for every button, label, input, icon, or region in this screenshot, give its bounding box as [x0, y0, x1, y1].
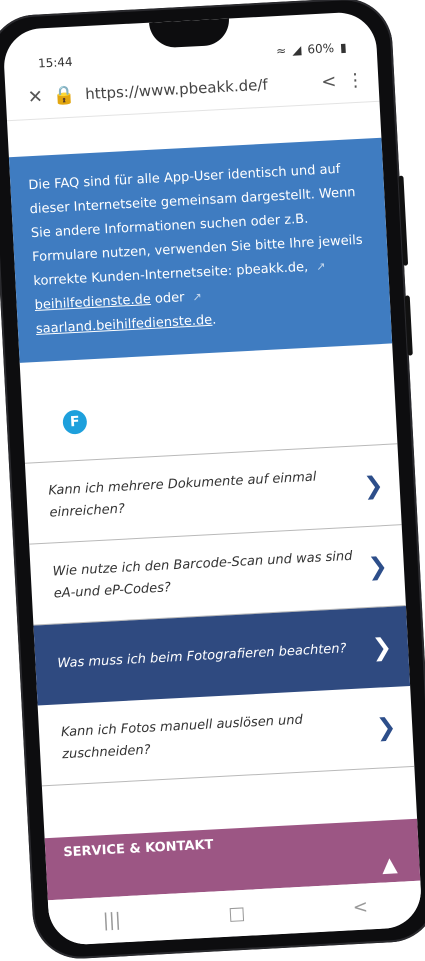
faq-section-header: F: [20, 343, 398, 462]
recent-apps-icon[interactable]: |||: [102, 909, 121, 931]
volume-button: [398, 175, 409, 266]
more-menu-icon[interactable]: ⋮: [346, 69, 365, 91]
phone-frame: 15:44 ≈ ◢ 60% ▮ ✕ 🔒 https://www.pbeakk.d…: [0, 0, 425, 961]
chevron-right-icon: ❯: [367, 551, 389, 581]
external-link-icon: ↗: [316, 259, 326, 274]
faq-list: Kann ich mehrere Dokumente auf einmal ei…: [24, 443, 415, 787]
chevron-up-icon[interactable]: ▲: [381, 852, 398, 877]
wifi-icon: ≈: [275, 43, 287, 59]
chevron-right-icon: ❯: [371, 632, 393, 662]
back-icon[interactable]: <: [352, 896, 368, 918]
faq-question: Wie nutze ich den Barcode-Scan und was s…: [52, 548, 353, 602]
chevron-right-icon: ❯: [375, 712, 397, 742]
battery-text: 60%: [307, 41, 335, 57]
link-pbeakk[interactable]: pbeakk.de,: [236, 260, 309, 279]
link-beihilfedienste[interactable]: beihilfedienste.de: [34, 292, 151, 313]
section-letter-badge: F: [62, 409, 88, 435]
share-icon[interactable]: <: [321, 70, 337, 92]
chevron-right-icon: ❯: [362, 471, 385, 501]
home-icon[interactable]: □: [228, 902, 246, 924]
info-end: .: [211, 312, 217, 328]
info-connector: oder: [154, 290, 185, 307]
power-button: [404, 295, 413, 356]
info-text: Die FAQ sind für alle App-User identisch…: [28, 161, 364, 290]
faq-question: Was muss ich beim Fotografieren beachten…: [57, 641, 347, 672]
signal-icon: ◢: [291, 42, 302, 58]
faq-question: Kann ich Fotos manuell auslösen und zusc…: [60, 712, 304, 763]
close-icon[interactable]: ✕: [27, 86, 43, 108]
external-link-icon: ↗: [192, 290, 203, 304]
info-box: Die FAQ sind für alle App-User identisch…: [8, 137, 393, 363]
battery-icon: ▮: [339, 40, 347, 55]
service-contact-label: SERVICE & KONTAKT: [62, 837, 214, 861]
link-saarland[interactable]: saarland.beihilfedienste.de: [36, 313, 213, 337]
status-time: 15:44: [37, 54, 73, 71]
url-text[interactable]: https://www.pbeakk.de/f: [85, 73, 312, 104]
lock-icon[interactable]: 🔒: [52, 84, 75, 106]
screen: 15:44 ≈ ◢ 60% ▮ ✕ 🔒 https://www.pbeakk.d…: [2, 10, 423, 947]
faq-question: Kann ich mehrere Dokumente auf einmal ei…: [48, 469, 317, 521]
